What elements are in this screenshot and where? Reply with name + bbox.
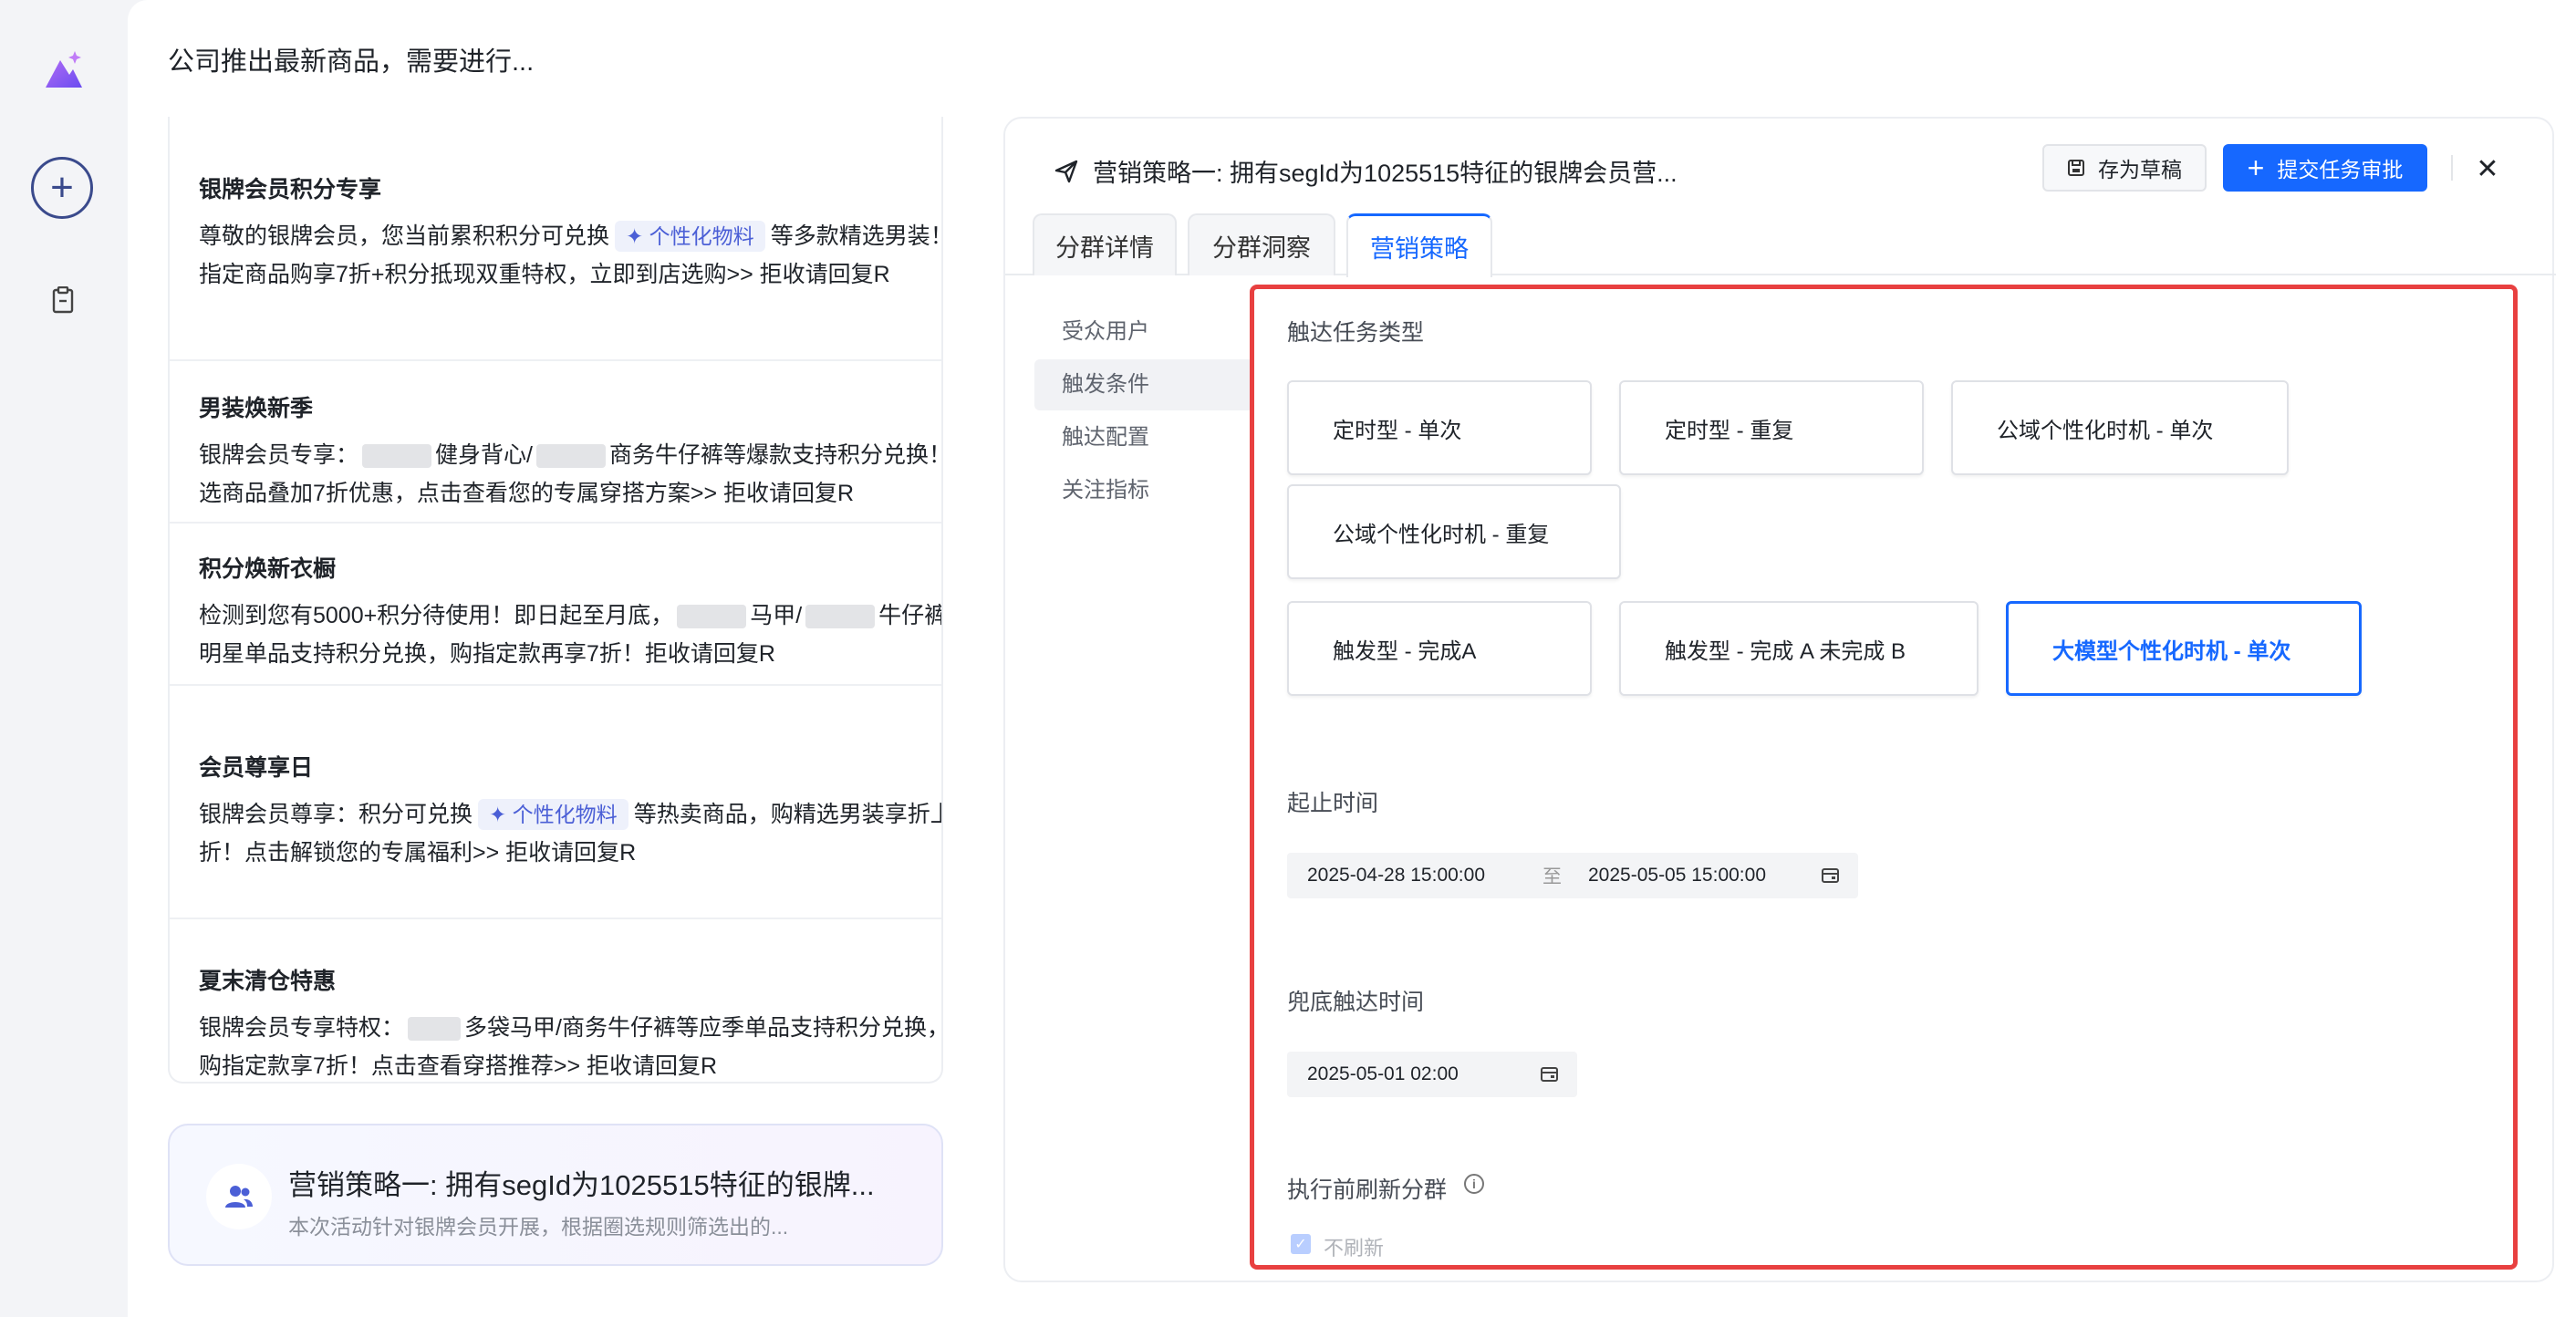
- nav-audience[interactable]: 受众用户: [1034, 306, 1253, 358]
- users-icon: [206, 1164, 272, 1229]
- message-title: 会员尊享日: [199, 755, 314, 781]
- list-item[interactable]: 银牌会员积分专享 尊敬的银牌会员，您当前累积积分可兑换 ✦ 个性化物料 等多款精选男…: [170, 171, 941, 361]
- nav-trigger-conditions[interactable]: 触发条件: [1034, 359, 1253, 410]
- range-separator: 至: [1542, 866, 1562, 887]
- list-item[interactable]: 男装焕新季 银牌会员专享： 健身背心/商务牛仔裤等爆款支持积分兑换！精 选商品叠加…: [170, 361, 941, 524]
- refresh-segment-label: 执行前刷新分群: [1287, 1177, 1448, 1203]
- close-icon[interactable]: ✕: [2465, 146, 2510, 192]
- message-title: 银牌会员积分专享: [199, 177, 382, 202]
- save-icon: [2068, 160, 2084, 176]
- task-type-label: 触达任务类型: [1287, 320, 1425, 346]
- option-trigger-a-not-b[interactable]: 触发型 - 完成 A 未完成 B: [1619, 601, 1979, 696]
- option-scheduled-once[interactable]: 定时型 - 单次: [1287, 380, 1592, 475]
- message-title: 积分焕新衣橱: [199, 556, 337, 582]
- masked-text: [408, 1017, 462, 1042]
- clipboard-icon[interactable]: [51, 286, 75, 314]
- time-range-label: 起止时间: [1287, 791, 1379, 816]
- plus-icon: +: [2247, 151, 2265, 184]
- no-refresh-label: 不刷新: [1324, 1237, 1385, 1260]
- new-chat-button[interactable]: +: [31, 157, 93, 219]
- tab-marketing-strategy[interactable]: 营销策略: [1346, 213, 1492, 277]
- masked-text: [677, 605, 747, 629]
- nav-metrics[interactable]: 关注指标: [1034, 465, 1253, 516]
- page-title: 公司推出最新商品，需要进行...: [168, 47, 535, 77]
- calendar-icon[interactable]: [1541, 1066, 1559, 1083]
- masked-text: [362, 444, 432, 469]
- personalized-material-tag[interactable]: ✦ 个性化物料: [615, 221, 765, 252]
- masked-text: [805, 605, 876, 629]
- option-trigger-complete-a[interactable]: 触发型 - 完成A: [1287, 601, 1592, 696]
- summary-description: 本次活动针对银牌会员开展，根据圈选规则筛选出的...: [288, 1215, 789, 1239]
- fallback-time-label: 兜底触达时间: [1287, 990, 1425, 1015]
- tab-segment-insights[interactable]: 分群洞察: [1188, 213, 1335, 275]
- save-draft-button[interactable]: 存为草稿: [2042, 144, 2207, 192]
- end-date: 2025-05-05 15:00:00: [1588, 865, 1766, 886]
- start-date: 2025-04-28 15:00:00: [1307, 865, 1485, 886]
- message-title: 男装焕新季: [199, 396, 314, 421]
- section-nav: 受众用户 触发条件 触达配置 关注指标: [1034, 306, 1253, 518]
- list-item[interactable]: 夏末清仓特惠 银牌会员专享特权： 多袋马甲/商务牛仔裤等应季单品支持积分兑换， 购…: [170, 919, 941, 1082]
- app-logo-icon[interactable]: [42, 47, 84, 93]
- option-public-timing-once[interactable]: 公域个性化时机 - 单次: [1951, 380, 2289, 475]
- fallback-time: 2025-05-01 02:00: [1307, 1063, 1459, 1084]
- nav-reach-config[interactable]: 触达配置: [1034, 412, 1253, 463]
- trigger-conditions-form: 触达任务类型 定时型 - 单次 定时型 - 重复 公域个性化时机 - 单次 公域…: [1250, 285, 2518, 1270]
- message-title: 夏末清仓特惠: [199, 969, 337, 994]
- message-list[interactable]: 银牌会员积分专享 尊敬的银牌会员，您当前累积积分可兑换 ✦ 个性化物料 等多款精选男…: [168, 117, 943, 1084]
- calendar-icon[interactable]: [1822, 867, 1840, 884]
- list-item[interactable]: 会员尊享日 银牌会员尊享：积分可兑换 ✦ 个性化物料 等热卖商品，购精选男装享折上 …: [170, 686, 941, 919]
- personalized-material-tag[interactable]: ✦ 个性化物料: [478, 799, 628, 830]
- submit-approval-button[interactable]: + 提交任务审批: [2223, 144, 2427, 192]
- option-llm-timing-once[interactable]: 大模型个性化时机 - 单次: [2006, 601, 2362, 696]
- panel-title: 营销策略一: 拥有segId为1025515特征的银牌会员营...: [1054, 153, 1678, 189]
- divider: [2451, 155, 2453, 181]
- option-public-timing-repeat[interactable]: 公域个性化时机 - 重复: [1287, 484, 1621, 579]
- tab-segment-details[interactable]: 分群详情: [1033, 213, 1177, 275]
- tab-bar: 分群详情 分群洞察 营销策略: [1005, 213, 2556, 277]
- list-item[interactable]: 积分焕新衣橱 检测到您有5000+积分待使用！即日起至月底，马甲/牛仔裤等 明星…: [170, 524, 941, 686]
- no-refresh-checkbox[interactable]: ✓: [1291, 1234, 1311, 1254]
- left-rail: +: [0, 0, 128, 1317]
- option-scheduled-repeat[interactable]: 定时型 - 重复: [1619, 380, 1924, 475]
- info-icon[interactable]: i: [1464, 1174, 1484, 1194]
- summary-title: 营销策略一: 拥有segId为1025515特征的银牌...: [288, 1169, 875, 1201]
- fallback-time-picker[interactable]: 2025-05-01 02:00: [1287, 1052, 1577, 1097]
- masked-text: [535, 444, 606, 469]
- strategy-summary-card[interactable]: 营销策略一: 拥有segId为1025515特征的银牌... 本次活动针对银牌会…: [168, 1124, 943, 1266]
- date-range-picker[interactable]: 2025-04-28 15:00:00 至 2025-05-05 15:00:0…: [1287, 853, 1858, 898]
- send-icon: [1054, 160, 1078, 182]
